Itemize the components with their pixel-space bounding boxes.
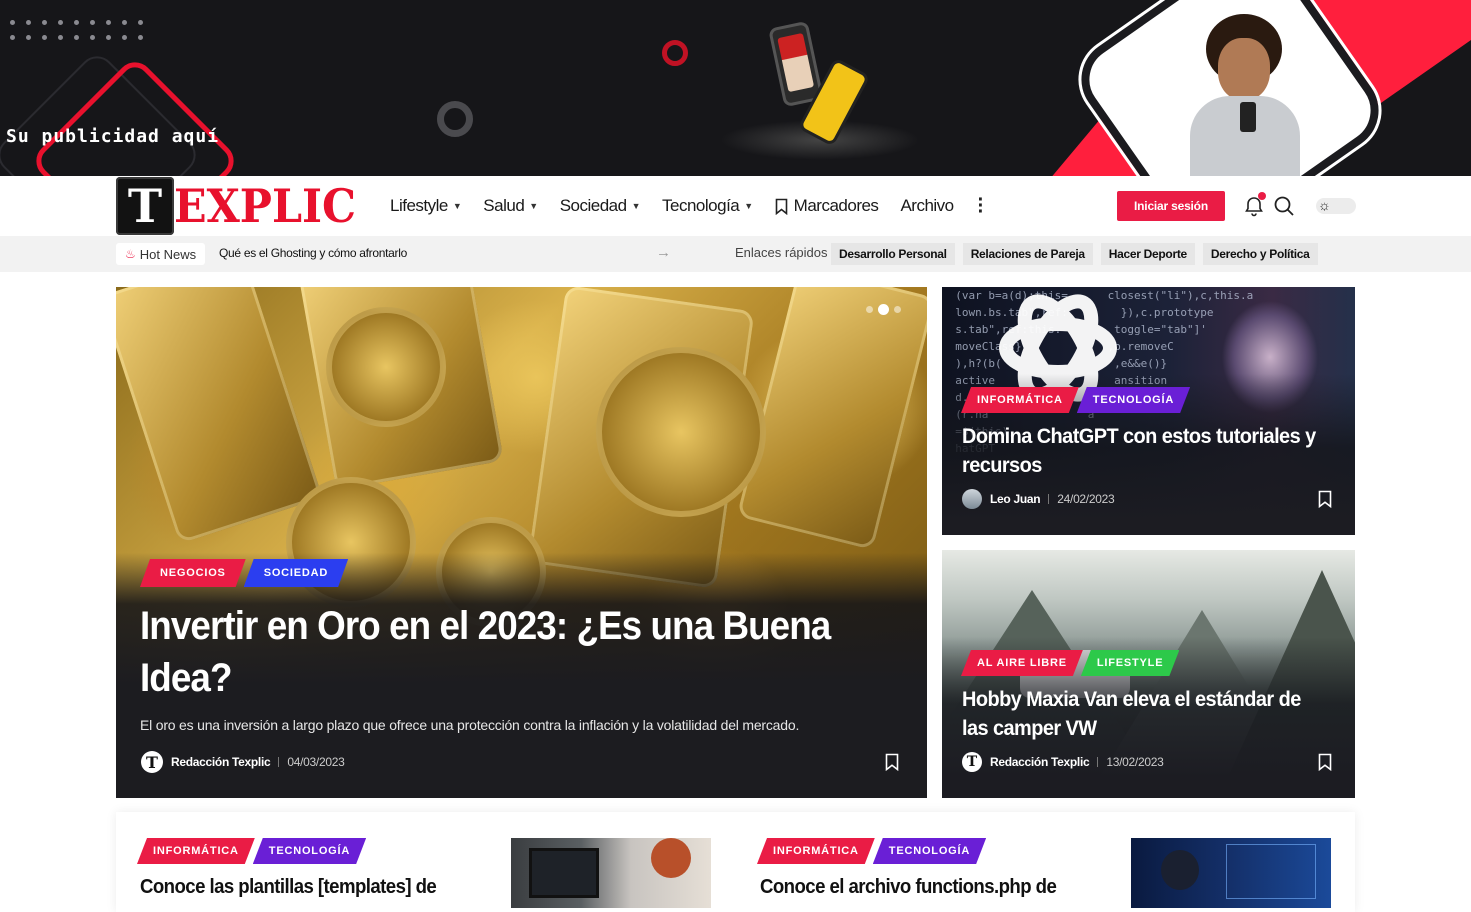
category-tag[interactable]: INFORMÁTICA — [961, 387, 1079, 413]
logo-word: EXPLIC — [174, 179, 357, 233]
banner-ring — [662, 40, 688, 66]
author-name[interactable]: Leo Juan — [990, 492, 1041, 506]
category-tag[interactable]: LIFESTYLE — [1081, 650, 1179, 676]
card-tags: AL AIRE LIBRE LIFESTYLE — [961, 650, 1179, 676]
site-logo[interactable]: T EXPLIC — [116, 177, 370, 235]
arrow-right-icon[interactable]: → — [656, 244, 671, 261]
chevron-down-icon: ▼ — [744, 201, 753, 211]
card-meta: Leo Juan 24/02/2023 — [962, 489, 1115, 509]
banner-text: Su publicidad aquí — [6, 126, 220, 147]
nav-item-label: Lifestyle — [390, 196, 448, 215]
avatar[interactable]: T — [141, 751, 163, 773]
meta-divider — [1048, 494, 1050, 504]
card-title[interactable]: Hobby Maxia Van eleva el estándar de las… — [962, 685, 1328, 743]
bookmark-icon — [775, 198, 787, 215]
quick-link[interactable]: Hacer Deporte — [1100, 243, 1195, 265]
meta-divider — [1097, 757, 1099, 767]
card-title[interactable]: Domina ChatGPT con estos tutoriales y re… — [962, 422, 1328, 480]
sun-icon: ☼ — [1318, 197, 1331, 213]
ad-banner[interactable]: ≈ ≈ ≈ Su publicidad aquí — [0, 0, 1471, 176]
search-icon[interactable] — [1273, 195, 1295, 217]
ticker-headline[interactable]: Qué es el Ghosting y cómo afrontarlo — [219, 246, 407, 260]
banner-ring — [437, 101, 473, 137]
login-button[interactable]: Iniciar sesión — [1117, 191, 1225, 221]
dot-pattern — [10, 20, 154, 40]
nav-item-sociedad[interactable]: Sociedad ▼ — [559, 196, 641, 216]
category-tag[interactable]: NEGOCIOS — [140, 559, 246, 587]
author-name[interactable]: Redacción Texplic — [171, 755, 271, 769]
hot-news-label: Hot News — [139, 246, 197, 262]
post-title[interactable]: Conoce el archivo functions.php de — [760, 876, 1057, 899]
nav-item-label: Tecnología — [662, 196, 740, 215]
nav-item-tecnologia[interactable]: Tecnología ▼ — [662, 196, 753, 216]
logo-mark: T — [116, 177, 174, 235]
nav-item-marcadores[interactable]: Marcadores — [775, 196, 879, 216]
nav-item-label: Salud — [483, 196, 525, 215]
dark-mode-toggle[interactable]: ☼ — [1316, 197, 1356, 214]
chevron-down-icon: ▼ — [529, 201, 538, 211]
category-tag[interactable]: AL AIRE LIBRE — [961, 650, 1083, 676]
chevron-down-icon: ▼ — [452, 201, 462, 211]
post-thumbnail[interactable] — [511, 838, 711, 908]
post-tags: INFORMÁTICA TECNOLOGÍA — [757, 838, 986, 864]
post-date: 04/03/2023 — [287, 755, 345, 769]
nav-item-label: Marcadores — [793, 196, 879, 215]
hot-news-badge: ♨ Hot News — [116, 243, 206, 265]
avatar[interactable] — [962, 489, 982, 509]
card-tags: INFORMÁTICA TECNOLOGÍA — [961, 387, 1190, 413]
quick-link[interactable]: Desarrollo Personal — [831, 243, 955, 265]
post-date: 24/02/2023 — [1057, 492, 1115, 506]
category-tag[interactable]: TECNOLOGÍA — [253, 838, 366, 864]
more-vertical-icon[interactable]: · · · — [978, 190, 985, 222]
quick-link[interactable]: Derecho y Política — [1202, 243, 1318, 265]
hero-meta: T Redacción Texplic 04/03/2023 — [141, 751, 345, 773]
category-tag[interactable]: SOCIEDAD — [244, 559, 348, 587]
hero-excerpt: El oro es una inversión a largo plazo qu… — [140, 717, 800, 733]
author-name[interactable]: Redacción Texplic — [990, 755, 1090, 769]
nav-item-salud[interactable]: Salud ▼ — [483, 196, 538, 216]
nav-item-archivo[interactable]: Archivo — [900, 196, 954, 216]
banner-person-image — [1190, 14, 1300, 176]
category-tag[interactable]: INFORMÁTICA — [137, 838, 255, 864]
nav-item-lifestyle[interactable]: Lifestyle ▼ — [390, 196, 462, 216]
chevron-down-icon: ▼ — [631, 201, 641, 211]
fire-icon: ♨ — [125, 247, 136, 261]
card-meta: T Redacción Texplic 13/02/2023 — [962, 752, 1164, 772]
post-date: 13/02/2023 — [1106, 755, 1164, 769]
slider-dots[interactable] — [866, 304, 901, 315]
meta-divider — [278, 757, 280, 767]
quick-links-label: Enlaces rápidos — [735, 245, 828, 260]
avatar[interactable]: T — [962, 752, 982, 772]
category-tag[interactable]: INFORMÁTICA — [757, 838, 875, 864]
quick-link[interactable]: Relaciones de Pareja — [962, 243, 1093, 265]
nav-item-label: Sociedad — [559, 196, 627, 215]
notification-dot — [1258, 192, 1266, 200]
quick-links: Desarrollo Personal Relaciones de Pareja… — [831, 243, 1318, 265]
post-title[interactable]: Conoce las plantillas [templates] de — [140, 876, 437, 899]
main-nav: Lifestyle ▼ Salud ▼ Sociedad ▼ Tecnologí… — [390, 176, 984, 236]
nav-item-label: Archivo — [900, 196, 954, 215]
bookmark-icon[interactable] — [885, 753, 899, 771]
bookmark-icon[interactable] — [1318, 490, 1332, 508]
category-tag[interactable]: TECNOLOGÍA — [873, 838, 986, 864]
hero-tags: NEGOCIOS SOCIEDAD — [140, 559, 348, 587]
post-tags: INFORMÁTICA TECNOLOGÍA — [137, 838, 366, 864]
bookmark-icon[interactable] — [1318, 753, 1332, 771]
category-tag[interactable]: TECNOLOGÍA — [1077, 387, 1190, 413]
hero-title[interactable]: Invertir en Oro en el 2023: ¿Es una Buen… — [140, 600, 839, 704]
post-thumbnail[interactable] — [1131, 838, 1331, 908]
